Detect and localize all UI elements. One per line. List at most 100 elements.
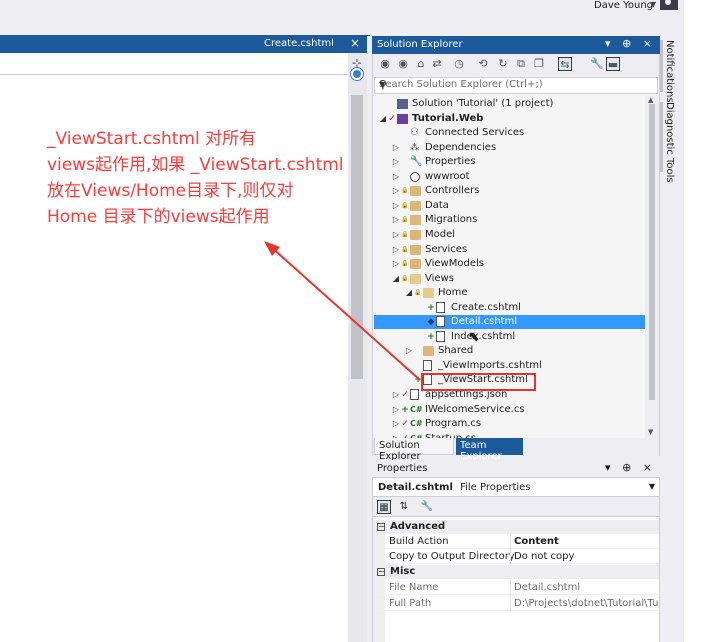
collapsed-chevron-icon[interactable]: ▷: [391, 213, 401, 227]
collapsed-chevron-icon[interactable]: ▷: [391, 243, 401, 257]
tree-item[interactable]: Solution 'Tutorial' (1 project): [374, 97, 645, 111]
column-separator: [510, 549, 511, 564]
back-icon[interactable]: ◉: [378, 57, 392, 71]
tab-solution-explorer[interactable]: Solution Explorer: [374, 438, 454, 462]
categorized-icon[interactable]: ▦: [377, 500, 391, 514]
object-selector-chevron-icon[interactable]: ▼: [649, 482, 655, 491]
sync-with-active-document-icon[interactable]: ⇆: [558, 57, 572, 71]
scroll-up-icon[interactable]: ▲: [648, 96, 653, 104]
tree-item[interactable]: ▷ wwwroot: [374, 170, 645, 184]
tree-item[interactable]: + Create.cshtml: [374, 301, 645, 315]
tree-item[interactable]: + Index.cshtml: [374, 330, 645, 344]
home-icon[interactable]: ⌂: [414, 57, 428, 71]
csharp-file-icon: C#: [410, 419, 423, 429]
editor-navigation-bar[interactable]: [0, 53, 348, 75]
user-avatar[interactable]: [660, 0, 678, 10]
collapsed-chevron-icon[interactable]: ▷: [391, 417, 401, 431]
alphabetical-icon[interactable]: ⇅: [397, 500, 411, 514]
forward-icon[interactable]: ◉: [396, 57, 410, 71]
user-name[interactable]: Dave Young: [594, 0, 653, 11]
collapsed-chevron-icon[interactable]: ▷: [391, 257, 401, 271]
show-all-files-icon[interactable]: ❐: [532, 57, 546, 71]
close-tab-icon[interactable]: ×: [350, 36, 360, 50]
properties-title-bar[interactable]: Properties ▾ ⊕ ×: [372, 460, 660, 478]
properties-window-controls[interactable]: ▾ ⊕ ×: [605, 461, 656, 474]
collapsed-chevron-icon[interactable]: ▷: [391, 141, 401, 155]
collapsed-chevron-icon[interactable]: ▷: [391, 403, 401, 417]
pending-changes-icon[interactable]: ◷: [452, 57, 466, 71]
tree-item[interactable]: ▷ ✓ C# Program.cs: [374, 417, 645, 431]
property-pages-wrench-icon[interactable]: 🔧: [420, 500, 434, 514]
property-value[interactable]: Detail.cshtml: [514, 580, 658, 595]
collapse-icon[interactable]: −: [377, 568, 385, 576]
collapsed-chevron-icon[interactable]: ▷: [404, 344, 414, 358]
tree-item[interactable]: ▷ 🔒 Model: [374, 228, 645, 242]
tree-item[interactable]: ▷ 🔧 Properties: [374, 155, 645, 169]
tree-item-label: Data: [425, 199, 449, 211]
collapsed-chevron-icon[interactable]: ▷: [391, 170, 401, 184]
tab-notifications[interactable]: Notifications: [664, 40, 675, 103]
solution-explorer-search-input[interactable]: Search Solution Explorer (Ctrl+;) ⚲ ▼: [374, 77, 658, 94]
property-row-full-path[interactable]: Full Path D:\Projects\dotnet\Tutorial\Tu…: [373, 596, 659, 611]
search-options-chevron-icon[interactable]: ▼: [379, 80, 653, 89]
property-value[interactable]: D:\Projects\dotnet\Tutorial\Tutorial.Web…: [514, 596, 658, 611]
source-control-status-icon: +: [401, 404, 409, 415]
history-icon[interactable]: ⟲: [476, 57, 490, 71]
tree-scroll-thumb[interactable]: [649, 104, 655, 400]
tree-item[interactable]: ▷ 🔒 Controllers: [374, 184, 645, 198]
properties-wrench-icon[interactable]: 🔧: [590, 57, 604, 71]
diagnostic-tools-tab-marker: [660, 102, 663, 172]
source-control-status-icon: 🔒: [401, 260, 409, 268]
collapsed-chevron-icon[interactable]: ▷: [391, 199, 401, 213]
tab-diagnostic-tools[interactable]: Diagnostic Tools: [664, 102, 675, 183]
tree-item-label: Create.cshtml: [451, 301, 521, 313]
panel-window-controls[interactable]: ▾ ⊕ ×: [605, 37, 656, 50]
object-name: Detail.cshtml: [378, 482, 453, 493]
collapsed-chevron-icon[interactable]: ▷: [391, 155, 401, 169]
source-control-status-icon: 🔒: [401, 187, 409, 195]
user-menu-caret-icon[interactable]: ▼: [650, 0, 656, 9]
tree-item[interactable]: ▷ 🔒 Data: [374, 199, 645, 213]
property-row-copy-to-output[interactable]: Copy to Output Directory Do not copy: [373, 549, 659, 564]
category-misc[interactable]: − Misc: [373, 565, 659, 579]
tree-item[interactable]: ◢ 🔒 Home: [374, 286, 645, 300]
tree-item[interactable]: ◆ Detail.cshtml: [374, 315, 645, 330]
collapse-icon[interactable]: −: [377, 523, 385, 531]
dependencies-icon: ⁂: [410, 142, 419, 153]
category-advanced[interactable]: − Advanced: [373, 520, 659, 534]
tree-item[interactable]: _ViewImports.cshtml: [374, 359, 645, 373]
tree-item[interactable]: ▷ 🔒 Migrations: [374, 213, 645, 227]
expanded-chevron-icon[interactable]: ◢: [404, 286, 414, 300]
solution-explorer-title-bar[interactable]: Solution Explorer ▾ ⊕ ×: [372, 36, 660, 54]
tree-item[interactable]: ▷ + C# IWelcomeService.cs: [374, 403, 645, 417]
document-tab-label: Create.cshtml: [264, 38, 334, 49]
preview-selected-items-icon[interactable]: ▬: [606, 57, 620, 71]
properties-object-selector[interactable]: Detail.cshtml File Properties ▼: [373, 479, 659, 497]
tab-team-explorer[interactable]: Team Explorer: [456, 438, 523, 462]
collapsed-chevron-icon[interactable]: ▷: [391, 388, 401, 402]
tree-item[interactable]: ⚇ Connected Services: [374, 126, 645, 140]
tree-item-label: Index.cshtml: [451, 330, 516, 342]
tree-item[interactable]: ▷ ⁂ Dependencies: [374, 141, 645, 155]
tree-item[interactable]: ▷ 🔒 Services: [374, 243, 645, 257]
scroll-down-icon[interactable]: ▼: [648, 428, 653, 436]
refresh-icon[interactable]: ↻: [496, 57, 510, 71]
sync-icon[interactable]: ⇄: [430, 57, 444, 71]
property-value[interactable]: Do not copy: [514, 549, 658, 564]
expanded-chevron-icon[interactable]: ◢: [391, 272, 401, 286]
tree-item[interactable]: ◢ 🔒 Views: [374, 272, 645, 286]
tree-item[interactable]: ▷ Shared: [374, 344, 645, 358]
collapsed-chevron-icon[interactable]: ▷: [391, 228, 401, 242]
collapse-all-icon[interactable]: ⧉: [514, 57, 528, 71]
tree-item[interactable]: ▷ 🔒 ViewModels: [374, 257, 645, 271]
property-value[interactable]: Content: [514, 534, 658, 549]
property-row-file-name[interactable]: File Name Detail.cshtml: [373, 580, 659, 595]
razor-file-icon: [436, 330, 445, 342]
collapsed-chevron-icon[interactable]: ▷: [391, 184, 401, 198]
tree-item[interactable]: ◢ ✓ Tutorial.Web: [374, 112, 645, 126]
property-row-build-action[interactable]: Build Action Content: [373, 534, 659, 549]
document-tab-create[interactable]: Create.cshtml ×: [260, 35, 364, 53]
expanded-chevron-icon[interactable]: ◢: [378, 112, 388, 126]
folder-icon: [423, 346, 434, 357]
tree-item-label: Connected Services: [425, 127, 525, 139]
